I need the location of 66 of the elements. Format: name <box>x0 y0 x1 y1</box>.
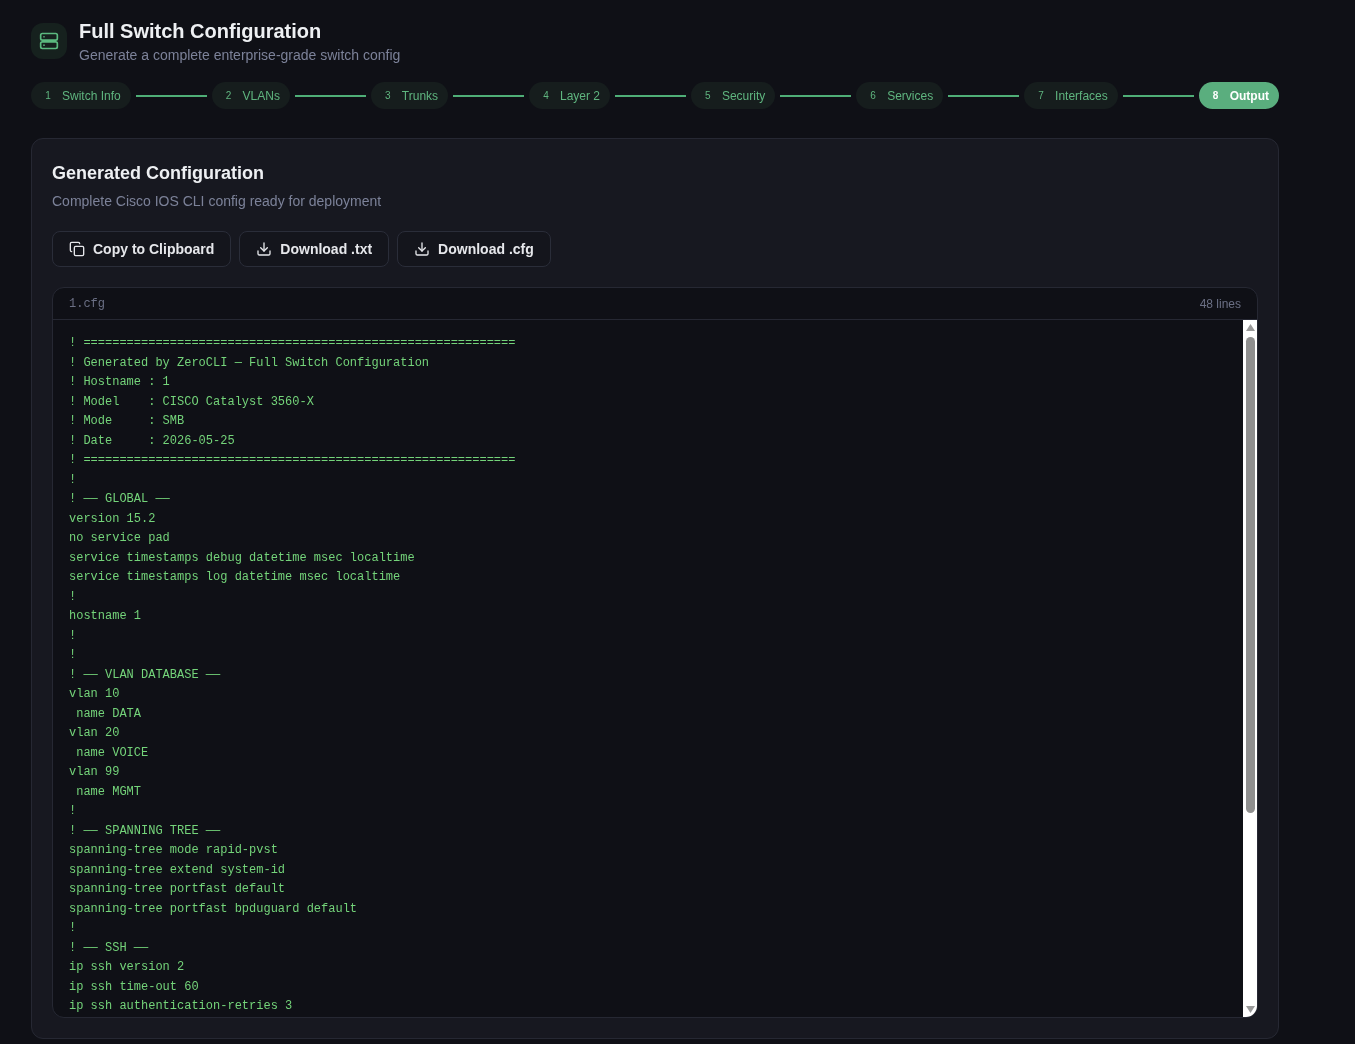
step-connector <box>780 94 852 97</box>
code-line: hostname 1 <box>69 608 141 625</box>
code-line: ! <box>69 627 77 645</box>
code-line: spanning-tree portfast default <box>69 881 286 898</box>
copy-button[interactable]: Copy to Clipboard <box>52 231 232 267</box>
step-tab[interactable]: 5 Security <box>690 82 776 109</box>
page-title: Full Switch Configuration <box>79 19 323 44</box>
page-subtitle: Generate a complete enterprise-grade switch config <box>79 46 401 65</box>
code-line: spanning-tree mode rapid-pvst <box>69 842 278 859</box>
scroll-down-icon[interactable] <box>1245 1006 1255 1013</box>
code-line: vlan 20 <box>69 725 120 742</box>
code-line: ! Date : 2026-05-25 <box>69 432 235 450</box>
step-connector <box>294 94 366 97</box>
code-line: ! Model : CISCO Catalyst 3560-X <box>69 393 314 411</box>
step-connector <box>135 94 207 97</box>
scrollbar-thumb[interactable] <box>1245 337 1255 813</box>
code-line: ! <box>69 588 77 606</box>
step-connector <box>453 94 524 97</box>
card-subtitle: Complete Cisco IOS CLI config ready for deployment <box>52 192 383 211</box>
code-line: version 15.2 <box>69 510 156 528</box>
step-connector <box>948 94 1020 97</box>
code-line: service timestamps debug datetime msec localtime <box>69 549 415 567</box>
download-button[interactable]: Download .txt <box>239 231 390 267</box>
download-icon <box>414 241 431 257</box>
code-line: ! <box>69 803 77 820</box>
code-line: spanning-tree portfast bpduguard default <box>69 900 358 918</box>
line-count: 48 lines <box>1199 295 1241 312</box>
code-line: ! ============================================================ <box>69 452 516 469</box>
code-line: vlan 10 <box>69 686 120 703</box>
code-line: ! <box>69 647 77 664</box>
step-connector <box>615 94 686 97</box>
download-icon <box>256 241 273 257</box>
code-line: ip ssh authentication-retries 3 <box>69 998 293 1015</box>
code-line: ! Hostname : 1 <box>69 374 170 391</box>
code-line: spanning-tree extend system-id <box>69 861 286 879</box>
step-tab[interactable]: 2 VLANs <box>211 82 290 109</box>
code-line: ! ── SPANNING TREE ── <box>69 822 221 840</box>
step-tab[interactable]: 1 Switch Info <box>31 82 131 109</box>
copy-icon <box>69 241 85 257</box>
code-line: ! Mode : SMB <box>69 413 185 430</box>
step-tab[interactable]: 4 Layer 2 <box>528 82 610 109</box>
code-line: vlan 99 <box>69 764 120 781</box>
code-line: ! <box>69 471 77 489</box>
code-line: ! Generated by ZeroCLI — Full Switch Configuration <box>69 354 430 372</box>
code-line: ! ── GLOBAL ── <box>69 491 170 508</box>
step-tab[interactable]: 3 Trunks <box>370 82 449 109</box>
code-line: service timestamps log datetime msec localtime <box>69 569 401 586</box>
code-line: ! ============================================================ <box>69 335 516 352</box>
code-line: ! ── VLAN DATABASE ── <box>69 666 221 684</box>
code-line: name VOICE <box>75 744 149 762</box>
scroll-up-icon[interactable] <box>1245 324 1255 331</box>
file-name: 1.cfg <box>69 295 105 312</box>
step-tab[interactable]: 7 Interfaces <box>1024 82 1118 109</box>
scrollbar[interactable] <box>1243 320 1257 1017</box>
card-title: Generated Configuration <box>52 162 265 185</box>
code-line: ! ── SSH ── <box>69 939 149 957</box>
download-button[interactable]: Download .cfg <box>397 231 551 267</box>
code-line: ip ssh time-out 60 <box>69 978 199 996</box>
code-line: name MGMT <box>75 783 141 801</box>
code-line: no service pad <box>69 530 170 547</box>
code-line: ! <box>69 920 77 937</box>
code-line: name DATA <box>75 705 141 723</box>
code-line: ip ssh version 2 <box>69 959 185 976</box>
step-tab[interactable]: 6 Services <box>856 82 944 109</box>
step-connector <box>1122 94 1194 97</box>
server-icon <box>31 23 67 59</box>
